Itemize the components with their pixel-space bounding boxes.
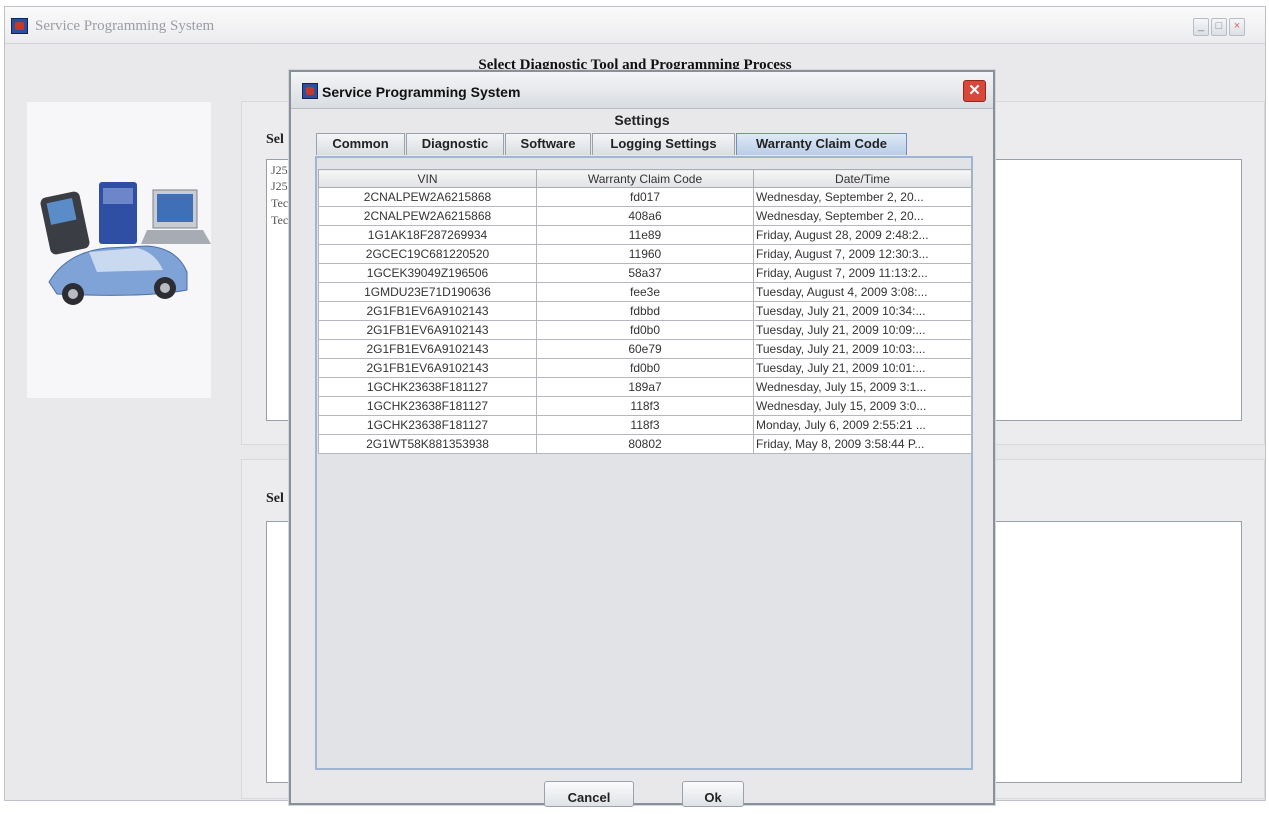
date-time-cell: Tuesday, July 21, 2009 10:34:... — [753, 301, 972, 321]
claim-code-cell: 58a37 — [536, 263, 754, 283]
claim-code-cell: fee3e — [536, 282, 754, 302]
laptop-icon — [141, 189, 211, 244]
dialog-title-bar[interactable]: Service Programming System ✕ — [291, 72, 993, 109]
vin-cell: 1G1AK18F287269934 — [318, 225, 537, 245]
table-row[interactable]: 2GCEC19C681220520 11960 Friday, August 7, … — [318, 244, 972, 264]
tool-list-item[interactable]: J25 — [271, 163, 288, 178]
tool-list-item[interactable]: J25 — [271, 179, 288, 194]
warranty-claim-table: VIN Warranty Claim Code Date/Time 2CNALP… — [318, 169, 972, 454]
handheld-tool-icon — [40, 191, 90, 255]
minimize-button[interactable]: _ — [1193, 18, 1209, 36]
vin-cell: 2GCEC19C681220520 — [318, 244, 537, 264]
date-time-cell: Tuesday, August 4, 2009 3:08:... — [753, 282, 972, 302]
date-time-cell: Tuesday, July 21, 2009 10:09:... — [753, 320, 972, 340]
table-row[interactable]: 2G1FB1EV6A9102143 fd0b0 Tuesday, July 21, … — [318, 358, 972, 378]
close-button[interactable]: × — [1229, 18, 1245, 36]
claim-code-cell: fd0b0 — [536, 320, 754, 340]
tool-list-item[interactable]: Tec — [271, 213, 288, 228]
claim-code-cell: fdbbd — [536, 301, 754, 321]
date-time-cell: Wednesday, September 2, 20... — [753, 206, 972, 226]
column-header-date-time[interactable]: Date/Time — [753, 169, 972, 188]
vin-cell: 2G1WT58K881353938 — [318, 434, 537, 454]
date-time-cell: Monday, July 6, 2009 2:55:21 ... — [753, 415, 972, 435]
claim-code-cell: 118f3 — [536, 396, 754, 416]
table-row[interactable]: 1GCHK23638F181127 189a7 Wednesday, July 15… — [318, 377, 972, 397]
table-row[interactable]: 2G1FB1EV6A9102143 fdbbd Tuesday, July 21, … — [318, 301, 972, 321]
settings-heading: Settings — [614, 112, 670, 128]
interface-module-icon — [99, 182, 137, 244]
dialog-title: Service Programming System — [322, 84, 521, 100]
table-row[interactable]: 2CNALPEW2A6215868 408a6 Wednesday, Septemb… — [318, 206, 972, 226]
claim-code-cell: fd017 — [536, 187, 754, 207]
claim-code-cell: 11960 — [536, 244, 754, 264]
table-row[interactable]: 2CNALPEW2A6215868 fd017 Wednesday, Septemb… — [318, 187, 972, 207]
ok-button[interactable]: Ok — [682, 781, 744, 807]
date-time-cell: Tuesday, July 21, 2009 10:01:... — [753, 358, 972, 378]
date-time-cell: Friday, August 7, 2009 11:13:2... — [753, 263, 972, 283]
app-icon — [11, 18, 28, 34]
claim-code-cell: 189a7 — [536, 377, 754, 397]
table-row[interactable]: 2G1FB1EV6A9102143 fd0b0 Tuesday, July 21, … — [318, 320, 972, 340]
vin-cell: 2CNALPEW2A6215868 — [318, 187, 537, 207]
main-window-title: Service Programming System — [35, 18, 215, 34]
table-row[interactable]: 1GMDU23E71D190636 fee3e Tuesday, August 4,… — [318, 282, 972, 302]
tool-group-label: Sel — [266, 132, 284, 147]
date-time-cell: Friday, May 8, 2009 3:58:44 P... — [753, 434, 972, 454]
vin-cell: 1GCHK23638F181127 — [318, 377, 537, 397]
app-icon — [302, 83, 318, 99]
vin-cell: 1GMDU23E71D190636 — [318, 282, 537, 302]
process-group-label: Sel — [266, 491, 284, 506]
date-time-cell: Tuesday, July 21, 2009 10:03:... — [753, 339, 972, 359]
vin-cell: 2G1FB1EV6A9102143 — [318, 358, 537, 378]
claim-code-cell: 60e79 — [536, 339, 754, 359]
table-row[interactable]: 1GCHK23638F181127 118f3 Wednesday, July 15… — [318, 396, 972, 416]
vin-cell: 2CNALPEW2A6215868 — [318, 206, 537, 226]
tab-warranty-claim-code[interactable]: Warranty Claim Code — [736, 133, 907, 155]
vin-cell: 1GCEK39049Z196506 — [318, 263, 537, 283]
table-row[interactable]: 2G1WT58K881353938 80802 Friday, May 8, 200… — [318, 434, 972, 454]
claim-code-cell: 11e89 — [536, 225, 754, 245]
tool-list-item[interactable]: Tec — [271, 196, 288, 211]
car-icon — [48, 245, 188, 305]
tab-diagnostic[interactable]: Diagnostic — [406, 133, 504, 155]
table-row[interactable]: 1GCEK39049Z196506 58a37 Friday, August 7, … — [318, 263, 972, 283]
main-title-bar[interactable]: Service Programming System _ □ × — [5, 7, 1265, 44]
tool-illustration — [27, 102, 211, 398]
close-icon[interactable]: ✕ — [963, 80, 986, 102]
table-header-row: VIN Warranty Claim Code Date/Time — [318, 169, 972, 188]
vin-cell: 1GCHK23638F181127 — [318, 396, 537, 416]
cancel-button[interactable]: Cancel — [544, 781, 634, 807]
vin-cell: 2G1FB1EV6A9102143 — [318, 301, 537, 321]
claim-code-cell: 80802 — [536, 434, 754, 454]
tab-common[interactable]: Common — [316, 133, 405, 155]
maximize-button[interactable]: □ — [1211, 18, 1227, 36]
table-row[interactable]: 1GCHK23638F181127 118f3 Monday, July 6, 20… — [318, 415, 972, 435]
column-header-vin[interactable]: VIN — [318, 169, 537, 188]
table-row[interactable]: 1G1AK18F287269934 11e89 Friday, August 28,… — [318, 225, 972, 245]
date-time-cell: Wednesday, July 15, 2009 3:1... — [753, 377, 972, 397]
vin-cell: 1GCHK23638F181127 — [318, 415, 537, 435]
settings-dialog: Service Programming System ✕ Settings Co… — [289, 70, 995, 807]
table-row[interactable]: 2G1FB1EV6A9102143 60e79 Tuesday, July 21, … — [318, 339, 972, 359]
date-time-cell: Wednesday, September 2, 20... — [753, 187, 972, 207]
vin-cell: 2G1FB1EV6A9102143 — [318, 339, 537, 359]
tab-logging-settings[interactable]: Logging Settings — [592, 133, 735, 155]
vin-cell: 2G1FB1EV6A9102143 — [318, 320, 537, 340]
claim-code-cell: 118f3 — [536, 415, 754, 435]
date-time-cell: Wednesday, July 15, 2009 3:0... — [753, 396, 972, 416]
date-time-cell: Friday, August 7, 2009 12:30:3... — [753, 244, 972, 264]
warranty-claim-code-panel: VIN Warranty Claim Code Date/Time 2CNALP… — [315, 156, 973, 770]
claim-code-cell: 408a6 — [536, 206, 754, 226]
column-header-claim-code[interactable]: Warranty Claim Code — [536, 169, 754, 188]
tab-software[interactable]: Software — [505, 133, 591, 155]
claim-code-cell: fd0b0 — [536, 358, 754, 378]
date-time-cell: Friday, August 28, 2009 2:48:2... — [753, 225, 972, 245]
